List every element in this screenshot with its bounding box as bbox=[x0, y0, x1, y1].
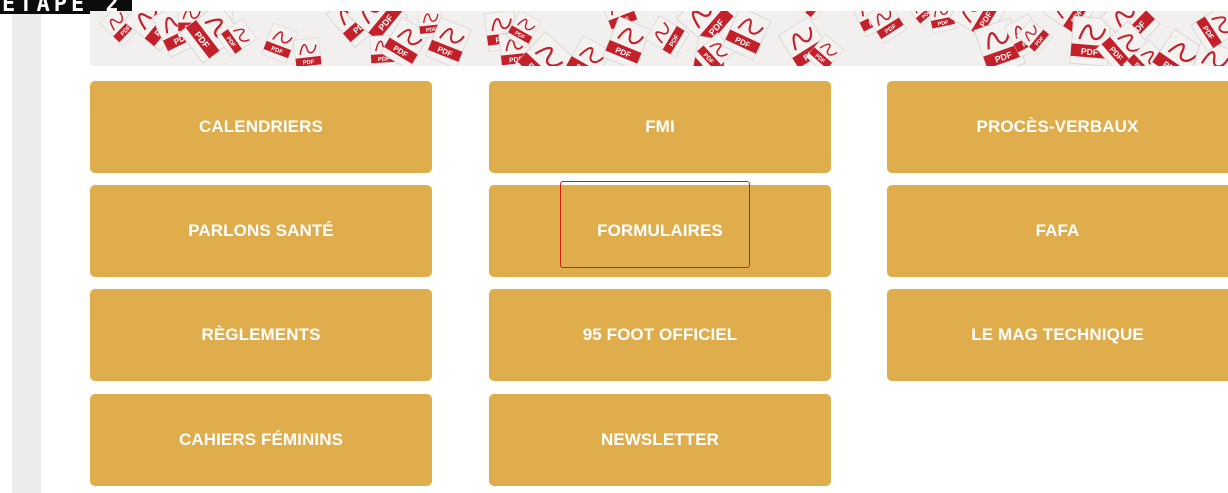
formulaires-button[interactable]: FORMULAIRES bbox=[489, 185, 831, 277]
reglements-button[interactable]: RÈGLEMENTS bbox=[90, 289, 432, 381]
cahiers-feminins-button[interactable]: CAHIERS FÉMININS bbox=[90, 394, 432, 486]
calendriers-button[interactable]: CALENDRIERS bbox=[90, 81, 432, 173]
pdf-icon: PDF bbox=[261, 22, 299, 64]
svg-text:PDF: PDF bbox=[1080, 46, 1098, 57]
pdf-icon-collage: PDFPDF PDF PDFPDFPDFPDF PDFPDFPDFPDFPDFPDFP… bbox=[99, 11, 1228, 66]
pdf-banner: PDF PDF PDF PDF PDF PDF PDF PDF PDF PDF PDF PDF PDF P… bbox=[90, 11, 1228, 66]
pdf-icon: PDF bbox=[293, 37, 323, 66]
le-mag-technique-button[interactable]: LE MAG TECHNIQUE bbox=[887, 289, 1228, 381]
pdf-icon: PDF bbox=[562, 34, 613, 66]
fmi-button[interactable]: FMI bbox=[489, 81, 831, 173]
proces-verbaux-button[interactable]: PROCÈS-VERBAUX bbox=[887, 81, 1228, 173]
fafa-button[interactable]: FAFA bbox=[887, 185, 1228, 277]
95-foot-officiel-button[interactable]: 95 FOOT OFFICIEL bbox=[489, 289, 831, 381]
parlons-sante-button[interactable]: PARLONS SANTÉ bbox=[90, 185, 432, 277]
newsletter-button[interactable]: NEWSLETTER bbox=[489, 394, 831, 486]
left-page-edge bbox=[0, 0, 12, 493]
pdf-icon: PDF bbox=[792, 11, 829, 21]
svg-text:PDF: PDF bbox=[302, 59, 315, 66]
